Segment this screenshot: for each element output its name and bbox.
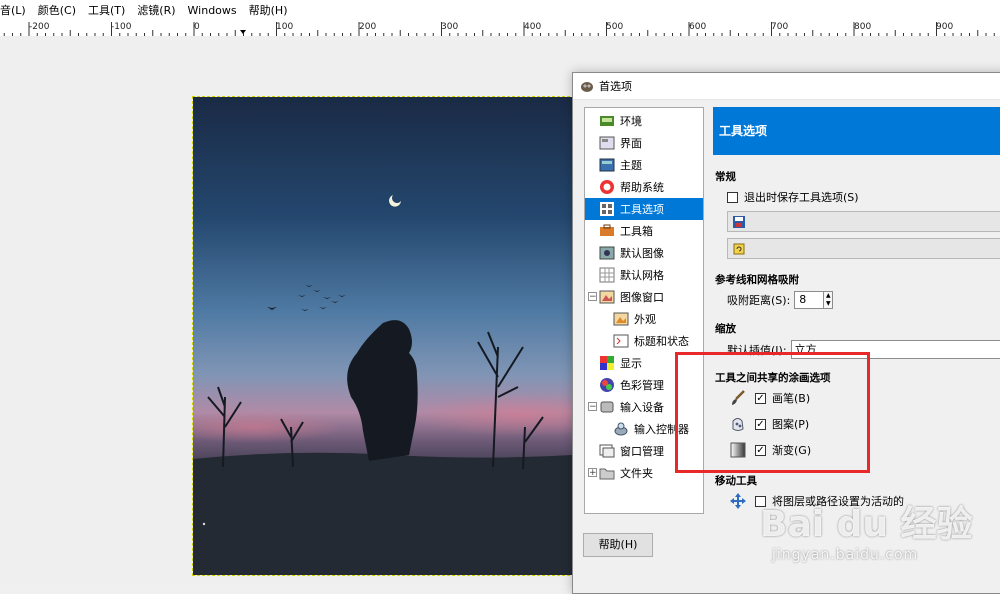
save-on-exit-row[interactable]: 退出时保存工具选项(S)	[727, 189, 859, 205]
nav-item-help-system[interactable]: 帮助系统	[585, 176, 703, 198]
nav-item-label: 显示	[620, 357, 642, 370]
title-status-icon	[613, 334, 629, 348]
display-icon	[600, 356, 614, 370]
nav-item-label: 窗口管理	[620, 445, 664, 458]
help-system-icon	[600, 180, 614, 194]
menubar: 音(L) 颜色(C) 工具(T) 滤镜(R) Windows 帮助(H)	[0, 0, 1000, 23]
nav-item-label: 帮助系统	[620, 181, 664, 194]
image-photo[interactable]	[192, 96, 605, 576]
save-disk-icon	[733, 216, 745, 228]
nav-item-title-status[interactable]: 标题和状态	[585, 330, 703, 352]
nav-item-appearance[interactable]: 外观	[585, 308, 703, 330]
interface-icon	[599, 136, 615, 150]
nav-item-label: 文件夹	[620, 467, 653, 480]
nav-item-label: 默认网格	[620, 269, 664, 282]
ruler-label: 800	[854, 22, 872, 32]
nav-item-label: 工具箱	[620, 225, 653, 238]
nav-item-interface[interactable]: 界面	[585, 132, 703, 154]
panel-header: 工具选项	[713, 107, 1000, 155]
input-devices-icon	[600, 401, 614, 413]
ruler-label: 100	[276, 22, 294, 32]
snap-distance-stepper[interactable]: ▲ ▼	[824, 291, 834, 309]
nav-item-theme[interactable]: 主题	[585, 154, 703, 176]
ruler-pointer-icon	[240, 30, 246, 34]
theme-icon	[599, 158, 615, 172]
nav-item-label: 外观	[634, 313, 656, 326]
save-on-exit-label: 退出时保存工具选项(S)	[744, 191, 859, 204]
snap-distance-row: 吸附距离(S): 8 ▲ ▼	[727, 291, 834, 309]
ruler-ticks	[3, 22, 995, 36]
color-management-icon	[600, 378, 614, 392]
environment-icon	[600, 116, 614, 126]
nav-item-label: 界面	[620, 137, 642, 150]
nav-item-label: 标题和状态	[634, 335, 689, 348]
ruler-label: 600	[689, 22, 707, 32]
gimp-app-icon	[581, 82, 593, 92]
snap-distance-label: 吸附距离(S):	[727, 294, 791, 307]
dialog-titlebar[interactable]: 首选项	[573, 73, 1000, 100]
nav-item-label: 输入设备	[620, 401, 664, 414]
menu-help[interactable]: 帮助(H)	[243, 0, 294, 22]
nav-item-default-grid[interactable]: 默认网格	[585, 264, 703, 286]
nav-item-toolbox[interactable]: 工具箱	[585, 220, 703, 242]
section-move-tool-title: 移动工具	[715, 475, 757, 487]
toolbox-icon	[600, 224, 614, 236]
section-guides-title: 参考线和网格吸附	[715, 274, 799, 286]
horizontal-ruler[interactable]: -200 -100 0 100 200 300 400 500 600 700 …	[0, 22, 1000, 37]
reset-tool-options-button[interactable]	[727, 238, 1000, 259]
nav-item-image-window[interactable]: 图像窗口	[585, 286, 703, 308]
watermark-logo: Bai du 经验	[760, 504, 973, 545]
menu-windows[interactable]: Windows	[182, 0, 243, 22]
window-management-icon	[599, 444, 615, 458]
night-sky-silhouette-image	[193, 97, 604, 575]
snap-distance-input[interactable]: 8	[794, 291, 825, 309]
save-tool-options-button[interactable]	[727, 211, 1000, 232]
menu-colors[interactable]: 颜色(C)	[32, 0, 82, 22]
reset-icon	[733, 243, 745, 255]
ruler-label: 300	[441, 22, 459, 32]
ruler-label: -100	[111, 22, 132, 32]
dialog-title: 首选项	[599, 80, 632, 93]
menu-layer[interactable]: 音(L)	[0, 0, 32, 22]
nav-item-label: 图像窗口	[620, 291, 664, 304]
input-controllers-icon	[614, 422, 628, 436]
tool-options-icon	[600, 202, 614, 216]
nav-item-default-image[interactable]: 默认图像	[585, 242, 703, 264]
ruler-label: -200	[29, 22, 50, 32]
section-scaling-title: 缩放	[715, 323, 736, 335]
watermark-url: jingyan.baidu.com	[772, 547, 919, 563]
nav-item-label: 主题	[620, 159, 642, 172]
default-image-icon	[599, 246, 615, 260]
nav-item-label: 默认图像	[620, 247, 664, 260]
appearance-icon	[613, 312, 629, 326]
baidu-watermark: Bai du 经验 jingyan.baidu.com	[760, 495, 1000, 585]
ruler-label: 400	[524, 22, 542, 32]
move-tool-icon	[730, 493, 746, 509]
folders-icon	[599, 468, 615, 480]
nav-item-label: 色彩管理	[620, 379, 664, 392]
nav-item-label: 环境	[620, 115, 642, 128]
nav-item-tool-options[interactable]: 工具选项	[585, 198, 703, 220]
default-grid-icon	[599, 267, 615, 283]
ruler-label: 700	[771, 22, 789, 32]
ruler-label: 500	[606, 22, 624, 32]
image-window-icon	[599, 290, 615, 304]
save-on-exit-checkbox[interactable]	[727, 191, 738, 203]
section-general-title: 常规	[715, 171, 736, 183]
nav-item-environment[interactable]: 环境	[585, 110, 703, 132]
help-button[interactable]: 帮助(H)	[583, 533, 653, 557]
ruler-label: 900	[936, 22, 954, 32]
ruler-label: 200	[359, 22, 377, 32]
nav-item-label: 工具选项	[620, 203, 664, 216]
red-highlight-box	[675, 352, 870, 473]
ruler-label: 0	[194, 22, 200, 32]
menu-filters[interactable]: 滤镜(R)	[131, 0, 181, 22]
menu-tools[interactable]: 工具(T)	[82, 0, 131, 22]
